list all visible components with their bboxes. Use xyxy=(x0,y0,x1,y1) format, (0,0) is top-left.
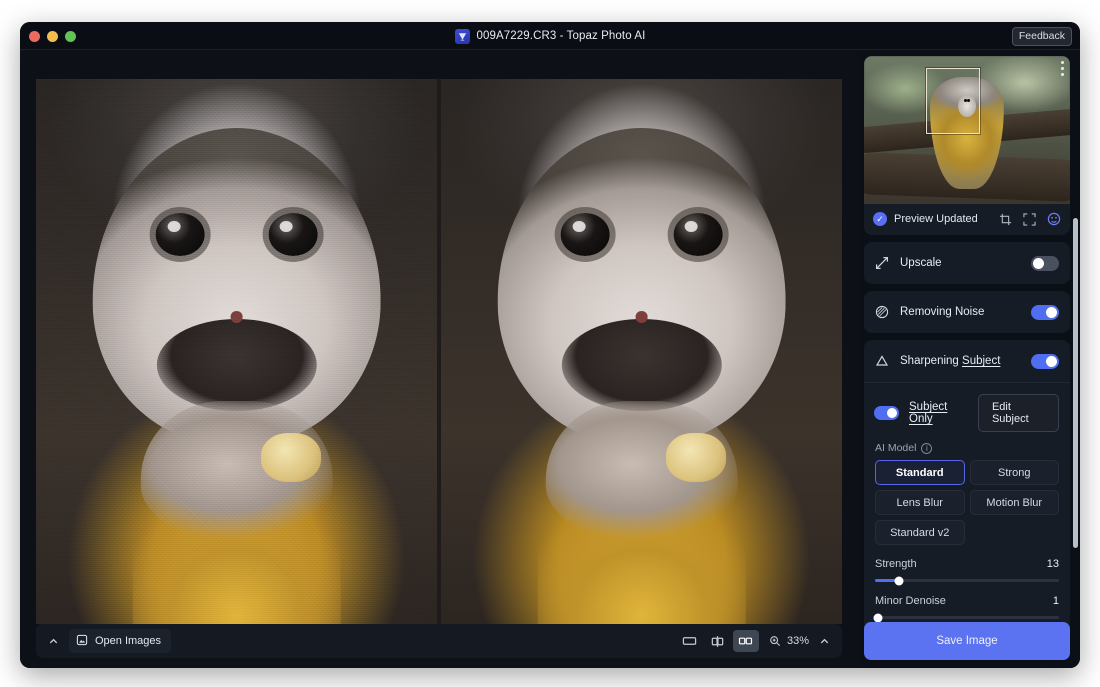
slider-strength: Strength 13 xyxy=(864,545,1070,582)
preview-card: ✓ Preview Updated xyxy=(864,56,1070,235)
panel-scrollbar[interactable] xyxy=(1073,218,1078,548)
sharpen-label-subject[interactable]: Subject xyxy=(962,355,1000,367)
denoise-label: Removing Noise xyxy=(900,306,1021,318)
denoise-circle-icon xyxy=(874,305,890,319)
settings-panel: ✓ Preview Updated xyxy=(858,50,1080,668)
subject-only-row: Subject Only Edit Subject xyxy=(864,383,1070,442)
app-window: 009A7229.CR3 - Topaz Photo AI Feedback xyxy=(20,22,1080,668)
image-comparison-view[interactable] xyxy=(36,79,842,624)
zoom-controls: 33% xyxy=(769,631,833,651)
upscale-toggle[interactable] xyxy=(1031,256,1059,271)
open-images-label: Open Images xyxy=(95,635,161,647)
window-title: 009A7229.CR3 - Topaz Photo AI xyxy=(477,30,646,42)
preview-status-row: ✓ Preview Updated xyxy=(864,204,1070,235)
upscale-card: Upscale xyxy=(864,242,1070,284)
slider-minor-denoise-header: Minor Denoise 1 xyxy=(875,595,1059,607)
image-before[interactable] xyxy=(36,79,437,624)
crop-icon[interactable] xyxy=(999,213,1012,226)
ai-model-section-label: AI Model i xyxy=(864,442,1070,460)
noise-overlay xyxy=(36,79,437,624)
monkey-muzzle-after xyxy=(561,319,721,412)
sharpen-label-text: Sharpening xyxy=(900,355,962,367)
monkey-nose-after xyxy=(635,311,648,323)
sharpen-label: Sharpening Subject xyxy=(900,355,1021,367)
slider-minor-denoise-value: 1 xyxy=(1053,595,1059,607)
model-button-lens-blur[interactable]: Lens Blur xyxy=(875,490,965,515)
model-button-motion-blur[interactable]: Motion Blur xyxy=(970,490,1060,515)
thumbnail-menu-dots[interactable] xyxy=(1061,61,1064,76)
preview-status-label: Preview Updated xyxy=(894,213,978,225)
preview-thumbnail[interactable] xyxy=(864,56,1070,204)
upscale-label: Upscale xyxy=(900,257,1021,269)
face-selection-box[interactable] xyxy=(926,68,980,134)
sharpen-triangle-icon xyxy=(874,354,890,368)
feature-row-sharpen[interactable]: Sharpening Subject xyxy=(864,340,1070,382)
model-button-standard-v2[interactable]: Standard v2 xyxy=(875,520,965,545)
monkey-eye-left xyxy=(561,213,610,256)
bottom-toolbar: Open Images xyxy=(36,624,842,658)
sharpen-toggle[interactable] xyxy=(1031,354,1059,369)
topaz-logo-icon xyxy=(455,29,470,44)
check-circle-icon: ✓ xyxy=(873,212,887,226)
zoom-dropdown-button[interactable] xyxy=(815,631,833,651)
double-pane-icon[interactable] xyxy=(733,630,759,652)
feedback-button[interactable]: Feedback xyxy=(1012,27,1072,46)
single-pane-icon[interactable] xyxy=(677,630,703,652)
monkey-eye-right xyxy=(673,213,722,256)
edit-subject-button[interactable]: Edit Subject xyxy=(978,394,1059,432)
magnifier-icon[interactable] xyxy=(769,635,781,647)
slider-minor-denoise-thumb[interactable] xyxy=(873,613,882,622)
slider-strength-track[interactable] xyxy=(875,579,1059,582)
ai-model-label-text: AI Model xyxy=(875,442,916,454)
title-container: 009A7229.CR3 - Topaz Photo AI xyxy=(20,22,1080,50)
feature-row-denoise[interactable]: Removing Noise xyxy=(864,291,1070,333)
slider-strength-thumb[interactable] xyxy=(894,576,903,585)
title-bar: 009A7229.CR3 - Topaz Photo AI Feedback xyxy=(20,22,1080,50)
face-detect-icon[interactable] xyxy=(1047,212,1061,226)
image-file-icon xyxy=(76,634,88,649)
open-images-button[interactable]: Open Images xyxy=(69,629,171,653)
zoom-level-label: 33% xyxy=(787,635,809,647)
model-button-strong[interactable]: Strong xyxy=(970,460,1060,485)
collapse-filmstrip-button[interactable] xyxy=(41,629,65,653)
slider-minor-denoise: Minor Denoise 1 xyxy=(864,582,1070,619)
slider-minor-denoise-track[interactable] xyxy=(875,616,1059,619)
image-after[interactable] xyxy=(441,79,842,624)
denoise-card: Removing Noise xyxy=(864,291,1070,333)
subject-only-toggle[interactable] xyxy=(874,406,899,420)
image-canvas-area: Open Images xyxy=(20,50,858,668)
save-image-button[interactable]: Save Image xyxy=(864,622,1070,660)
preview-tools xyxy=(999,212,1061,226)
slider-minor-denoise-label: Minor Denoise xyxy=(875,595,1053,607)
sharpen-card: Sharpening Subject Subject Only Edit Sub… xyxy=(864,340,1070,631)
save-area: Save Image xyxy=(864,622,1070,660)
slider-strength-label: Strength xyxy=(875,558,1047,570)
app-body: Open Images xyxy=(20,50,1080,668)
slider-strength-header: Strength 13 xyxy=(875,558,1059,570)
model-button-standard[interactable]: Standard xyxy=(875,460,965,485)
upscale-arrow-icon xyxy=(874,256,890,270)
fullscreen-icon[interactable] xyxy=(1023,213,1036,226)
feature-row-upscale[interactable]: Upscale xyxy=(864,242,1070,284)
subject-only-label: Subject Only xyxy=(909,401,968,425)
split-pane-icon[interactable] xyxy=(705,630,731,652)
denoise-toggle[interactable] xyxy=(1031,305,1059,320)
slider-strength-value: 13 xyxy=(1047,558,1059,570)
view-mode-controls: 33% xyxy=(677,630,837,652)
info-icon[interactable]: i xyxy=(921,443,932,454)
ai-model-grid: Standard Strong Lens Blur Motion Blur St… xyxy=(864,460,1070,545)
monkey-food-after xyxy=(666,433,726,482)
